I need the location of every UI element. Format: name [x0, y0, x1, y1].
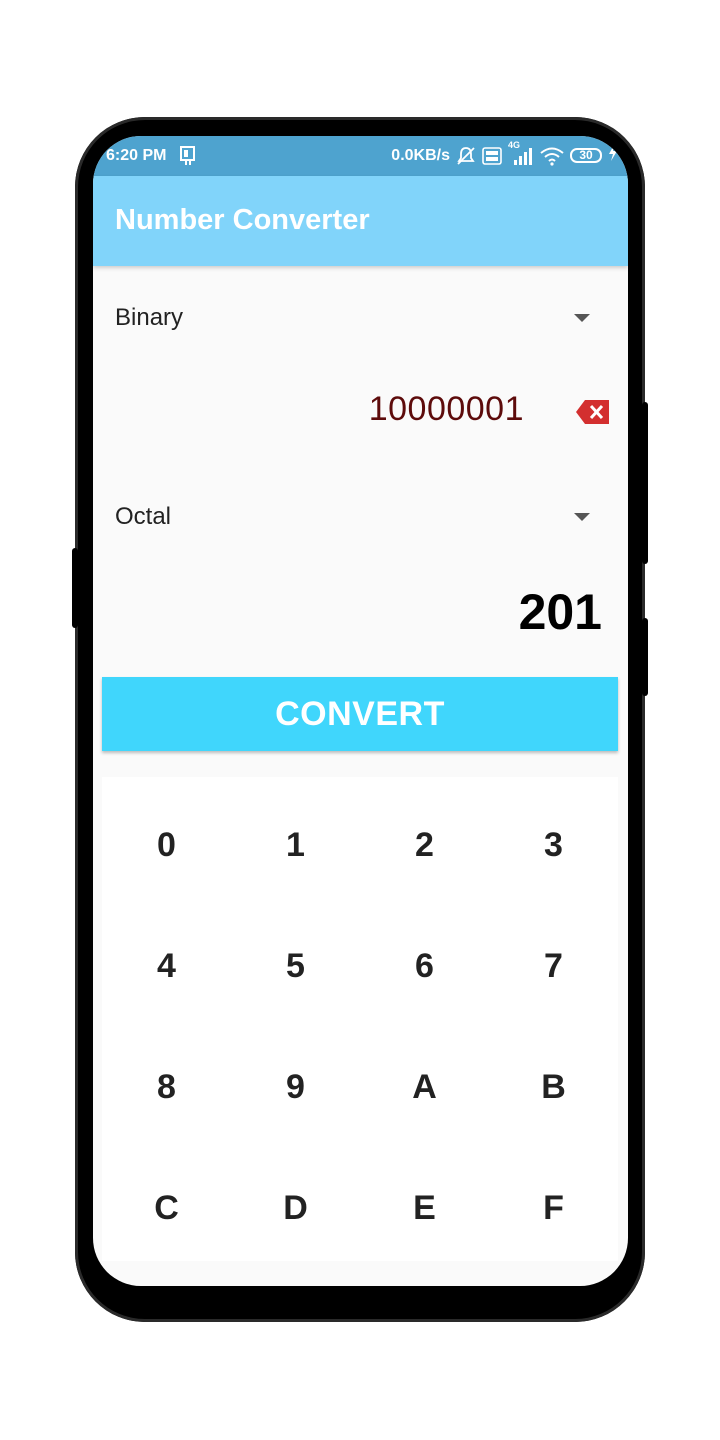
- convert-button[interactable]: CONVERT: [102, 677, 618, 751]
- app-title: Number Converter: [115, 204, 370, 236]
- key-9[interactable]: 9: [231, 1027, 360, 1148]
- key-1[interactable]: 1: [231, 785, 360, 906]
- signal-icon: 4G: [508, 140, 534, 166]
- keypad: 0 1 2 3 4 5 6 7 8 9 A B C D E F: [102, 777, 618, 1261]
- phone-power-button: [642, 402, 648, 564]
- dropdown-arrow-icon: [574, 314, 590, 322]
- status-time: 6:20 PM: [106, 147, 167, 164]
- key-0[interactable]: 0: [102, 785, 231, 906]
- sim-notification-icon: [179, 146, 197, 171]
- to-base-spinner[interactable]: Octal: [93, 485, 628, 545]
- key-3[interactable]: 3: [489, 785, 618, 906]
- key-5[interactable]: 5: [231, 906, 360, 1027]
- key-2[interactable]: 2: [360, 785, 489, 906]
- charging-icon: [608, 145, 618, 166]
- network-speed: 0.0KB/s: [391, 146, 450, 164]
- key-6[interactable]: 6: [360, 906, 489, 1027]
- status-icons: 0.0KB/s 4G 30: [391, 140, 618, 166]
- key-7[interactable]: 7: [489, 906, 618, 1027]
- to-base-label: Octal: [115, 503, 172, 530]
- key-d[interactable]: D: [231, 1148, 360, 1269]
- status-bar: 6:20 PM 0.0KB/s 4G 30: [93, 136, 628, 176]
- key-b[interactable]: B: [489, 1027, 618, 1148]
- from-base-label: Binary: [115, 304, 184, 331]
- key-e[interactable]: E: [360, 1148, 489, 1269]
- key-4[interactable]: 4: [102, 906, 231, 1027]
- phone-volume-button: [72, 548, 78, 628]
- app-screen: 6:20 PM 0.0KB/s 4G 30 Number Converter B…: [93, 136, 628, 1286]
- key-f[interactable]: F: [489, 1148, 618, 1269]
- from-base-spinner[interactable]: Binary: [93, 286, 628, 346]
- phone-side-button: [642, 618, 648, 696]
- dropdown-arrow-icon: [574, 513, 590, 521]
- key-c[interactable]: C: [102, 1148, 231, 1269]
- volte-icon: [482, 146, 502, 166]
- wifi-icon: [540, 146, 564, 166]
- battery-icon: 30: [570, 148, 602, 163]
- mute-icon: [456, 146, 476, 166]
- key-8[interactable]: 8: [102, 1027, 231, 1148]
- output-number: 201: [518, 584, 602, 640]
- input-number-field[interactable]: 10000001: [369, 390, 524, 429]
- backspace-icon[interactable]: [575, 398, 611, 426]
- key-a[interactable]: A: [360, 1027, 489, 1148]
- app-bar: Number Converter: [93, 176, 628, 266]
